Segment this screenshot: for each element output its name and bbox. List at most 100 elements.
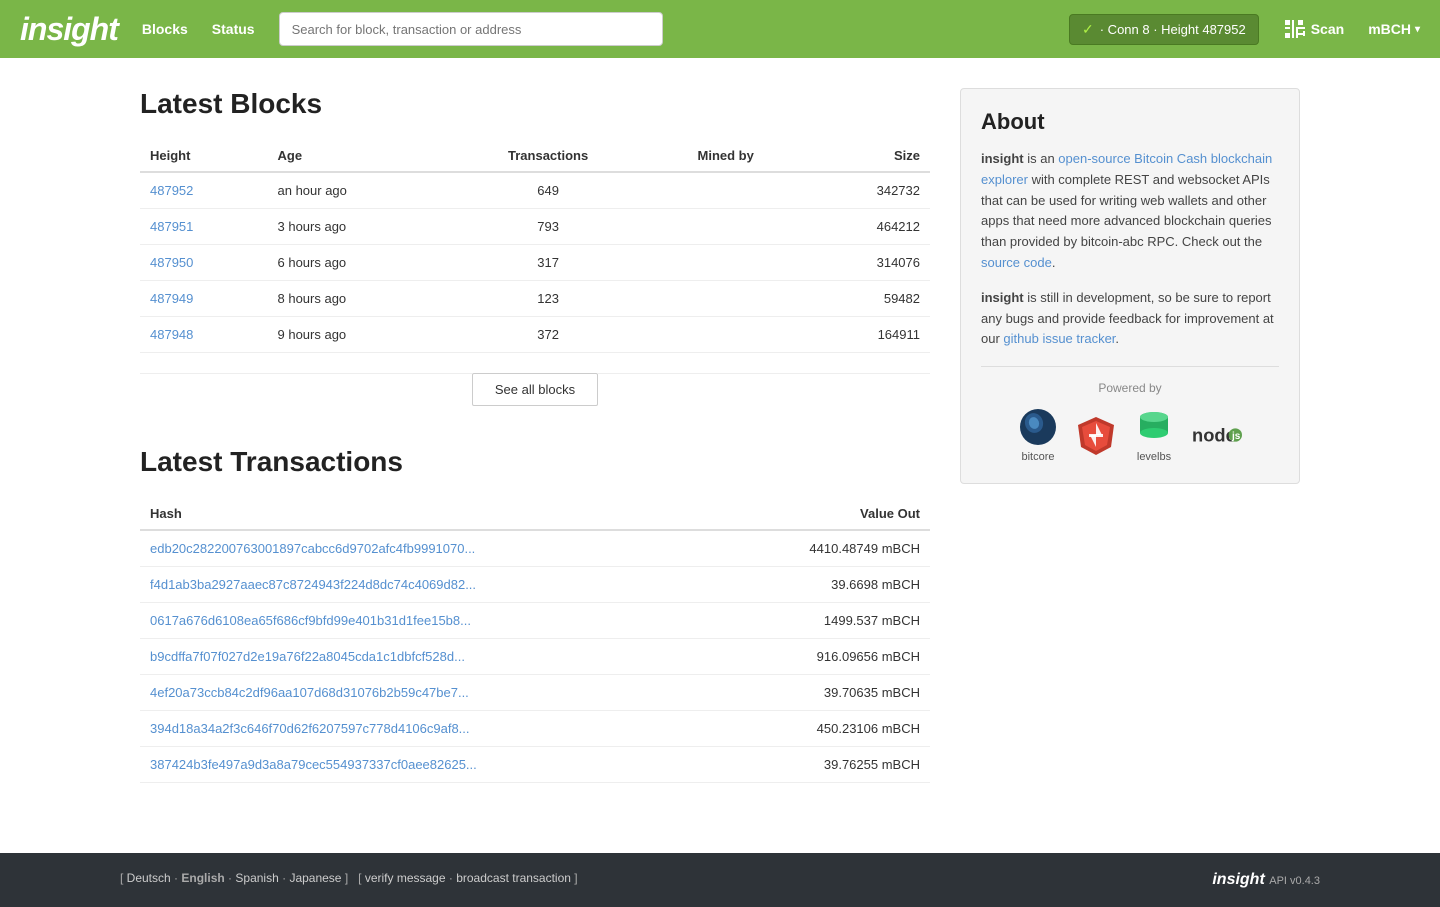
block-transactions: 649 bbox=[447, 172, 649, 209]
table-row: 487951 3 hours ago 793 464212 bbox=[140, 209, 930, 245]
about-paragraph-2: insight is still in development, so be s… bbox=[981, 288, 1279, 350]
col-size: Size bbox=[802, 140, 930, 172]
check-icon: ✓ bbox=[1082, 21, 1094, 38]
angular-logo bbox=[1076, 415, 1116, 455]
col-height: Height bbox=[140, 140, 268, 172]
footer-spanish[interactable]: Spanish bbox=[235, 871, 278, 885]
leveldb-icon bbox=[1134, 407, 1174, 447]
scan-label: Scan bbox=[1311, 21, 1344, 37]
tx-hash-link[interactable]: 0617a676d6108ea65f686cf9bfd99e401b31d1fe… bbox=[150, 613, 471, 628]
tx-hash: 387424b3fe497a9d3a8a79cec554937337cf0aee… bbox=[140, 747, 714, 783]
block-transactions: 317 bbox=[447, 245, 649, 281]
about-paragraph-1: insight is an open-source Bitcoin Cash b… bbox=[981, 149, 1279, 274]
block-mined-by bbox=[649, 317, 803, 353]
tx-hash: 4ef20a73ccb84c2df96aa107d68d31076b2b59c4… bbox=[140, 675, 714, 711]
table-row: b9cdffa7f07f027d2e19a76f22a8045cda1c1dbf… bbox=[140, 639, 930, 675]
block-transactions: 123 bbox=[447, 281, 649, 317]
block-transactions: 793 bbox=[447, 209, 649, 245]
github-issue-tracker-link[interactable]: github issue tracker bbox=[1003, 331, 1115, 346]
tx-hash: f4d1ab3ba2927aaec87c8724943f224d8dc74c40… bbox=[140, 567, 714, 603]
tx-value: 450.23106 mBCH bbox=[714, 711, 930, 747]
footer-inner: [ Deutsch · English · Spanish · Japanese… bbox=[120, 871, 1320, 889]
nav-blocks[interactable]: Blocks bbox=[142, 21, 188, 37]
bitcore-label: bitcore bbox=[1021, 451, 1054, 463]
footer-verify-message[interactable]: verify message bbox=[365, 871, 446, 885]
footer-left: [ Deutsch · English · Spanish · Japanese… bbox=[120, 871, 578, 885]
col-mined-by: Mined by bbox=[649, 140, 803, 172]
table-row: 487950 6 hours ago 317 314076 bbox=[140, 245, 930, 281]
block-age: 3 hours ago bbox=[268, 209, 448, 245]
tx-hash-link[interactable]: 394d18a34a2f3c646f70d62f6207597c778d4106… bbox=[150, 721, 470, 736]
about-title: About bbox=[981, 109, 1279, 135]
see-all-blocks-button[interactable]: See all blocks bbox=[472, 373, 598, 406]
block-mined-by bbox=[649, 281, 803, 317]
block-height-link[interactable]: 487951 bbox=[150, 219, 193, 234]
blocks-table-header: Height Age Transactions Mined by Size bbox=[140, 140, 930, 172]
tx-value: 4410.48749 mBCH bbox=[714, 530, 930, 567]
block-height-link[interactable]: 487949 bbox=[150, 291, 193, 306]
tx-hash: 0617a676d6108ea65f686cf9bfd99e401b31d1fe… bbox=[140, 603, 714, 639]
svg-text:js: js bbox=[1231, 431, 1241, 442]
source-code-link[interactable]: source code bbox=[981, 255, 1052, 270]
tx-hash-link[interactable]: b9cdffa7f07f027d2e19a76f22a8045cda1c1dbf… bbox=[150, 649, 465, 664]
block-height: 487948 bbox=[140, 317, 268, 353]
table-row: 0617a676d6108ea65f686cf9bfd99e401b31d1fe… bbox=[140, 603, 930, 639]
tx-hash-link[interactable]: f4d1ab3ba2927aaec87c8724943f224d8dc74c40… bbox=[150, 577, 476, 592]
footer-japanese[interactable]: Japanese bbox=[289, 871, 341, 885]
col-value-out: Value Out bbox=[714, 498, 930, 530]
leveldb-logo: levelbs bbox=[1134, 407, 1174, 463]
block-mined-by bbox=[649, 245, 803, 281]
mbch-dropdown[interactable]: mBCH ▾ bbox=[1368, 21, 1420, 37]
block-age: an hour ago bbox=[268, 172, 448, 209]
block-height: 487950 bbox=[140, 245, 268, 281]
block-height: 487951 bbox=[140, 209, 268, 245]
nodejs-logo: node js bbox=[1192, 420, 1242, 450]
tx-hash: edb20c282200763001897cabcc6d9702afc4fb99… bbox=[140, 530, 714, 567]
main-content: Latest Blocks Height Age Transactions Mi… bbox=[120, 58, 1320, 813]
scan-icon bbox=[1283, 18, 1305, 40]
footer-deutsch[interactable]: Deutsch bbox=[127, 871, 171, 885]
col-age: Age bbox=[268, 140, 448, 172]
about-panel: About insight is an open-source Bitcoin … bbox=[960, 88, 1300, 484]
transactions-table-header: Hash Value Out bbox=[140, 498, 930, 530]
blocks-table-body: 487952 an hour ago 649 342732 487951 3 h… bbox=[140, 172, 930, 353]
transactions-table: Hash Value Out edb20c282200763001897cabc… bbox=[140, 498, 930, 783]
scan-button[interactable]: Scan bbox=[1283, 18, 1344, 40]
block-transactions: 372 bbox=[447, 317, 649, 353]
tx-hash-link[interactable]: 387424b3fe497a9d3a8a79cec554937337cf0aee… bbox=[150, 757, 477, 772]
tx-hash: b9cdffa7f07f027d2e19a76f22a8045cda1c1dbf… bbox=[140, 639, 714, 675]
tx-hash-link[interactable]: edb20c282200763001897cabcc6d9702afc4fb99… bbox=[150, 541, 475, 556]
block-mined-by bbox=[649, 172, 803, 209]
right-column: About insight is an open-source Bitcoin … bbox=[960, 88, 1300, 484]
block-height-link[interactable]: 487950 bbox=[150, 255, 193, 270]
about-insight-bold-1: insight bbox=[981, 151, 1024, 166]
logos-row: bitcore bbox=[981, 407, 1279, 463]
transactions-table-body: edb20c282200763001897cabcc6d9702afc4fb99… bbox=[140, 530, 930, 783]
block-height-link[interactable]: 487948 bbox=[150, 327, 193, 342]
footer-english[interactable]: English bbox=[181, 871, 224, 885]
about-insight-bold-2: insight bbox=[981, 290, 1024, 305]
col-transactions: Transactions bbox=[447, 140, 649, 172]
blocks-table: Height Age Transactions Mined by Size 48… bbox=[140, 140, 930, 353]
blockchain-explorer-link[interactable]: open-source Bitcoin Cash blockchain expl… bbox=[981, 151, 1272, 187]
block-size: 164911 bbox=[802, 317, 930, 353]
footer-broadcast-transaction[interactable]: broadcast transaction bbox=[456, 871, 571, 885]
search-input[interactable] bbox=[279, 12, 663, 46]
mbch-label: mBCH bbox=[1368, 21, 1411, 37]
block-height: 487949 bbox=[140, 281, 268, 317]
nav-status[interactable]: Status bbox=[212, 21, 255, 37]
left-column: Latest Blocks Height Age Transactions Mi… bbox=[140, 88, 930, 783]
tx-hash-link[interactable]: 4ef20a73ccb84c2df96aa107d68d31076b2b59c4… bbox=[150, 685, 469, 700]
nodejs-icon: node js bbox=[1192, 420, 1242, 450]
footer-brand-name: insight bbox=[1212, 871, 1264, 888]
table-row: 394d18a34a2f3c646f70d62f6207597c778d4106… bbox=[140, 711, 930, 747]
block-age: 9 hours ago bbox=[268, 317, 448, 353]
chevron-down-icon: ▾ bbox=[1415, 24, 1420, 35]
tx-value: 39.6698 mBCH bbox=[714, 567, 930, 603]
angular-icon bbox=[1076, 415, 1116, 455]
block-size: 314076 bbox=[802, 245, 930, 281]
leveldb-label: levelbs bbox=[1137, 451, 1171, 463]
table-row: 4ef20a73ccb84c2df96aa107d68d31076b2b59c4… bbox=[140, 675, 930, 711]
tx-value: 1499.537 mBCH bbox=[714, 603, 930, 639]
block-height-link[interactable]: 487952 bbox=[150, 183, 193, 198]
